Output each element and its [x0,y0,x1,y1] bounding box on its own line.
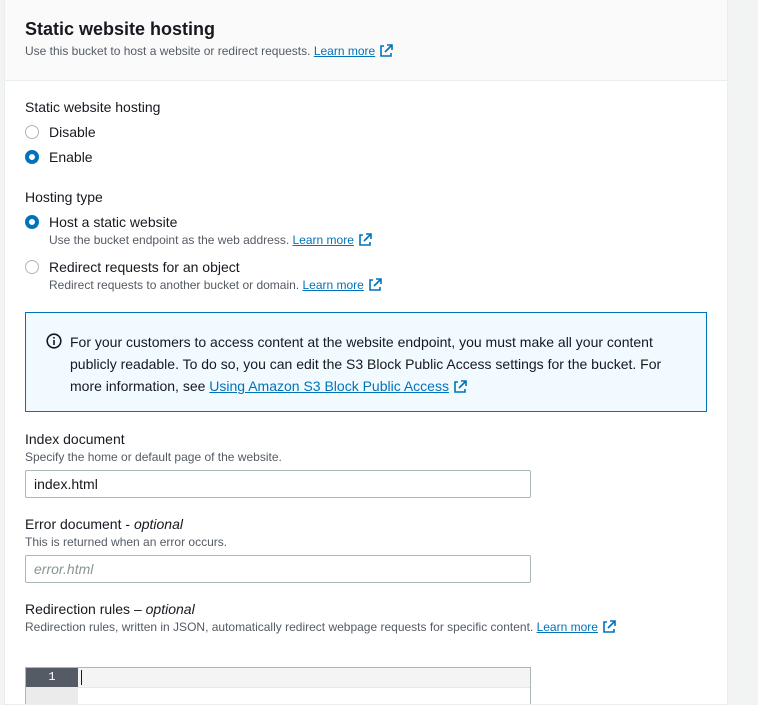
panel-description-text: Use this bucket to host a website or red… [25,44,311,58]
radio-redirect-requests-label[interactable]: Redirect requests for an object [49,259,240,275]
info-alert: For your customers to access content at … [25,312,707,412]
redirection-rules-label-text: Redirection rules [25,601,131,617]
editor-active-line[interactable] [78,668,530,688]
hosting-type-label: Hosting type [25,189,103,205]
header-learn-more-link[interactable]: Learn more [314,44,393,58]
redirect-requests-description-text: Redirect requests to another bucket or d… [49,278,300,292]
redirection-rules-description-text: Redirection rules, written in JSON, auto… [25,620,534,634]
radio-disable-label[interactable]: Disable [49,124,96,140]
static-website-hosting-panel: Static website hosting Use this bucket t… [4,0,728,705]
hosting-label: Static website hosting [25,99,161,115]
external-link-icon [369,278,382,291]
redirection-learn-more-label: Learn more [536,620,598,634]
radio-redirect-requests[interactable] [25,260,39,274]
redirect-requests-description: Redirect requests to another bucket or d… [49,278,382,292]
info-alert-text: For your customers to access content at … [70,331,690,397]
index-document-description: Specify the home or default page of the … [25,450,282,464]
header-learn-more-label: Learn more [313,44,376,58]
redirection-learn-more-link[interactable]: Learn more [537,620,616,634]
external-link-icon [380,44,393,57]
radio-host-static-website[interactable] [25,215,39,229]
redirect-learn-more-link[interactable]: Learn more [302,278,382,292]
radio-disable[interactable] [25,125,39,139]
info-icon [46,333,62,349]
redirection-rules-editor[interactable]: 1 [25,667,531,704]
index-document-label: Index document [25,431,125,447]
panel-header: Static website hosting Use this bucket t… [5,0,727,81]
block-public-access-link[interactable]: Using Amazon S3 Block Public Access [209,378,467,394]
redirection-rules-label: Redirection rules – optional [25,601,195,617]
error-document-input[interactable] [25,555,531,583]
external-link-icon [454,380,467,393]
index-document-input[interactable] [25,470,531,498]
error-document-label: Error document - optional [25,516,183,532]
host-static-learn-more-link[interactable]: Learn more [293,233,372,247]
radio-host-static-website-label[interactable]: Host a static website [49,214,177,230]
panel-title: Static website hosting [25,19,216,39]
redirect-learn-more-label: Learn more [302,278,364,292]
error-document-label-text: Error document [25,516,122,532]
radio-enable-label[interactable]: Enable [49,149,93,165]
error-document-description: This is returned when an error occurs. [25,535,228,549]
host-static-website-description-text: Use the bucket endpoint as the web addre… [49,233,290,247]
editor-line-number: 1 [26,668,78,687]
external-link-icon [359,233,372,246]
radio-enable[interactable] [25,150,39,164]
redirection-rules-optional: optional [145,601,195,617]
error-document-optional: optional [133,516,183,532]
host-static-learn-more-label: Learn more [292,233,354,247]
panel-description: Use this bucket to host a website or red… [25,44,393,58]
redirection-rules-description: Redirection rules, written in JSON, auto… [25,620,616,634]
editor-cursor [81,670,82,685]
block-public-access-link-label: Using Amazon S3 Block Public Access [209,378,449,394]
external-link-icon [603,620,616,633]
host-static-website-description: Use the bucket endpoint as the web addre… [49,233,372,247]
